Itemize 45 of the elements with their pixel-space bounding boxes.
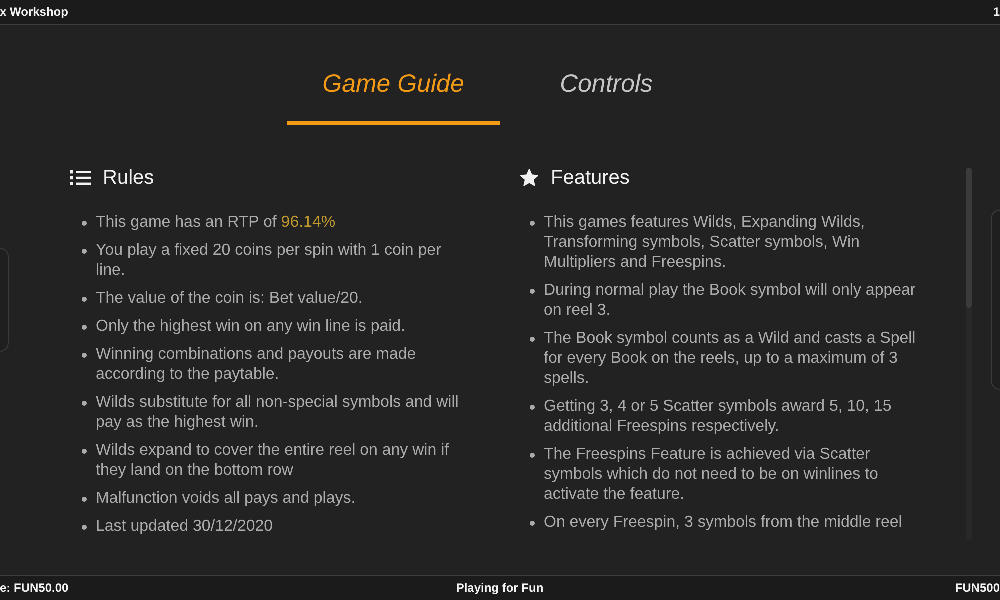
bullet-icon	[82, 249, 87, 254]
bullet-icon	[82, 525, 87, 530]
feature-text: During normal play the Book symbol will only appear on reel 3.	[544, 281, 917, 321]
feature-text: The Freespins Feature is achieved via Scatter symbols which do not need to be on winlines to activate the feature.	[544, 445, 880, 505]
bullet-icon	[82, 297, 87, 302]
bullet-icon	[82, 449, 87, 454]
feature-text: This games features Wilds, Expanding Wilds, Transforming symbols, Scatter symbols, Win Multipliers and Freespins.	[544, 213, 866, 273]
tab[interactable]: Controls	[500, 61, 713, 125]
corner-text: 1	[993, 5, 1000, 19]
rule-text: Only the highest win on any win line is paid.	[96, 317, 407, 337]
rule-text: Malfunction voids all pays and plays.	[96, 489, 357, 509]
bullet-icon	[82, 401, 87, 406]
star-icon	[520, 169, 539, 187]
scrollbar-track[interactable]	[966, 168, 972, 540]
section-heading: Rules	[103, 166, 154, 190]
mode-text: Playing for Fun	[456, 581, 544, 595]
bullet-icon	[82, 221, 87, 226]
rule-text: You play a fixed 20 coins per spin with 1 coin per line.	[96, 241, 442, 281]
rule-text: Last updated 30/12/2020	[96, 517, 274, 537]
scrollbar-thumb[interactable]	[966, 168, 972, 308]
game-title: x Workshop	[0, 5, 68, 19]
rule-text: Wilds expand to cover the entire reel on any win if they land on the bottom row	[96, 441, 450, 481]
bullet-icon	[530, 221, 535, 226]
bullet-icon	[530, 521, 535, 526]
section-heading: Features	[551, 166, 630, 190]
feature-text: The Book symbol counts as a Wild and casts a Spell for every Book on the reels, up to a maximum of 3 spells.	[544, 329, 917, 389]
side-handle[interactable]	[0, 248, 9, 352]
list-icon	[70, 170, 91, 186]
amount-text: FUN500	[955, 581, 1000, 595]
bullet-icon	[530, 337, 535, 342]
rule-text: Winning combinations and payouts are made according to the paytable.	[96, 345, 418, 385]
feature-text: Getting 3, 4 or 5 Scatter symbols award 5, 10, 15 additional Freespins respectively.	[544, 397, 893, 437]
rule-text: The value of the coin is: Bet value/20.	[96, 289, 364, 309]
feature-text: On every Freespin, 3 symbols from the middle reel	[544, 513, 904, 533]
bullet-icon	[530, 453, 535, 458]
bullet-icon	[82, 325, 87, 330]
bullet-icon	[530, 405, 535, 410]
rule-text: Wilds substitute for all non-special symbols and will pay as the highest win.	[96, 393, 460, 433]
side-handle[interactable]	[991, 210, 1000, 390]
bullet-icon	[530, 289, 535, 294]
rule-text: This game has an RTP of 96.14%	[96, 213, 337, 233]
bullet-icon	[82, 353, 87, 358]
balance-text: e: FUN50.00	[0, 581, 70, 595]
tab[interactable]: Game Guide	[287, 61, 500, 125]
bullet-icon	[82, 497, 87, 502]
